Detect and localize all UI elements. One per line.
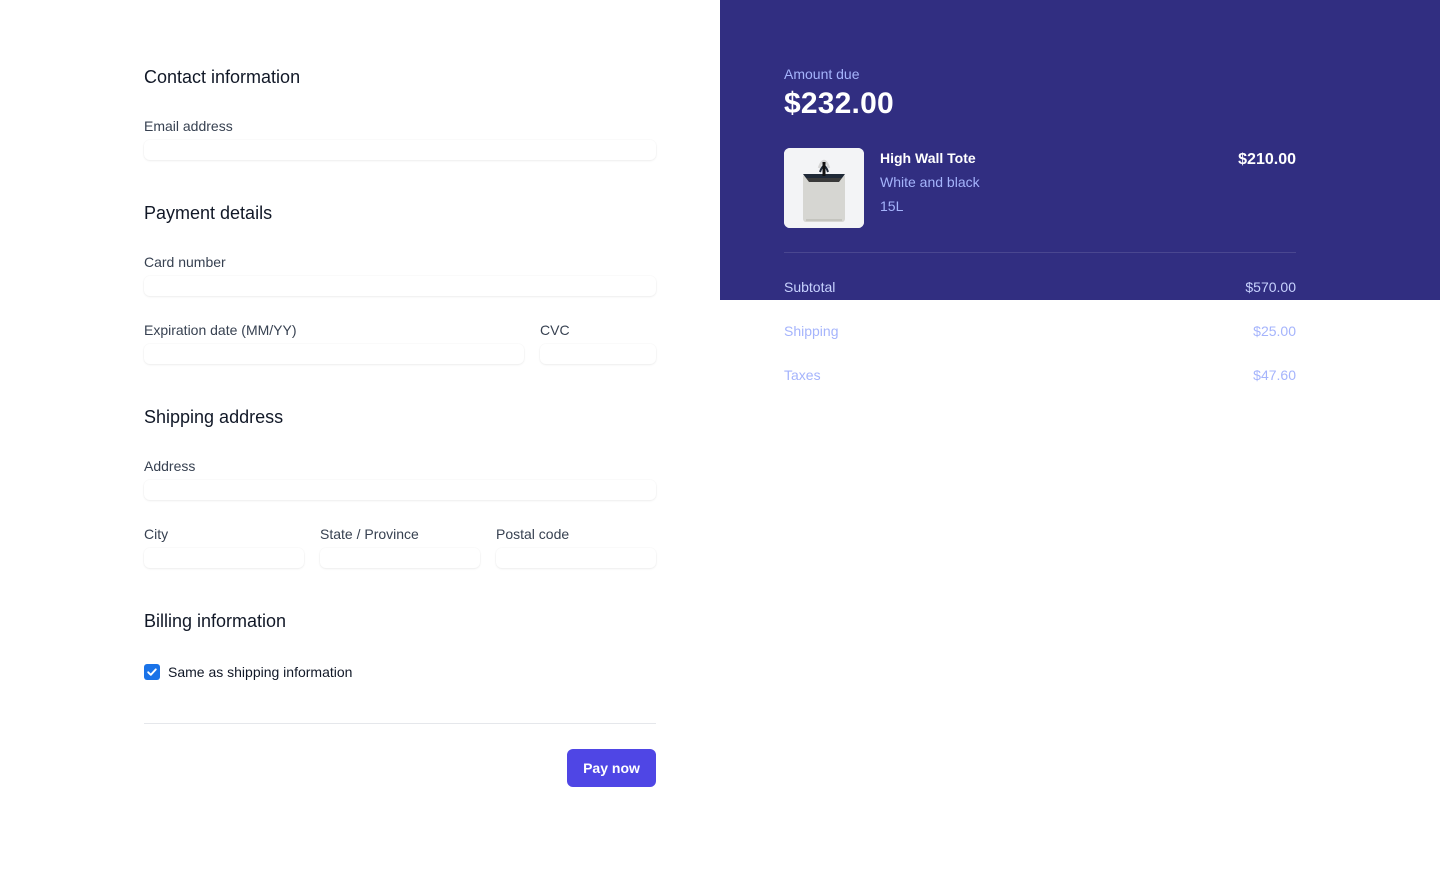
taxes-label: Taxes [784, 367, 821, 383]
same-as-shipping-row[interactable]: Same as shipping information [144, 664, 352, 680]
summary-divider [784, 252, 1296, 253]
tote-bag-image [784, 148, 864, 228]
product-price: $210.00 [1238, 151, 1296, 168]
email-label: Email address [144, 118, 233, 134]
email-field[interactable] [144, 140, 656, 160]
shipping-label: Shipping [784, 323, 839, 339]
product-name: High Wall Tote [880, 150, 976, 166]
product-size: 15L [880, 198, 904, 214]
city-label: City [144, 526, 169, 542]
amount-due-value: $232.00 [784, 87, 894, 120]
form-divider [144, 723, 656, 724]
subtotal-label: Subtotal [784, 279, 836, 295]
product-variant: White and black [880, 174, 980, 190]
shipping-address-heading: Shipping address [144, 407, 284, 427]
state-province-label: State / Province [320, 526, 419, 542]
contact-information-heading: Contact information [144, 67, 301, 87]
subtotal-row: Subtotal $570.00 [784, 279, 1296, 299]
state-province-field[interactable] [320, 548, 480, 568]
pay-now-button[interactable]: Pay now [567, 749, 656, 787]
same-as-shipping-checkbox[interactable] [144, 664, 160, 680]
postal-code-label: Postal code [496, 526, 570, 542]
same-as-shipping-label[interactable]: Same as shipping information [168, 664, 352, 680]
taxes-row: Taxes $47.60 [784, 367, 1296, 387]
expiration-date-label: Expiration date (MM/YY) [144, 322, 297, 338]
taxes-value: $47.60 [1253, 367, 1296, 383]
card-number-field[interactable] [144, 276, 656, 296]
checkout-page: Contact information Email address Paymen… [0, 0, 1440, 883]
payment-details-heading: Payment details [144, 203, 273, 223]
subtotal-value: $570.00 [1245, 279, 1296, 295]
billing-information-heading: Billing information [144, 611, 287, 631]
address-field[interactable] [144, 480, 656, 500]
city-field[interactable] [144, 548, 304, 568]
card-number-label: Card number [144, 254, 226, 270]
shipping-row: Shipping $25.00 [784, 323, 1296, 343]
address-label: Address [144, 458, 196, 474]
shipping-value: $25.00 [1253, 323, 1296, 339]
postal-code-field[interactable] [496, 548, 656, 568]
amount-due-label: Amount due [784, 66, 860, 82]
cvc-field[interactable] [540, 344, 656, 364]
cvc-label: CVC [540, 322, 570, 338]
expiration-date-field[interactable] [144, 344, 524, 364]
checkmark-icon [147, 668, 157, 676]
